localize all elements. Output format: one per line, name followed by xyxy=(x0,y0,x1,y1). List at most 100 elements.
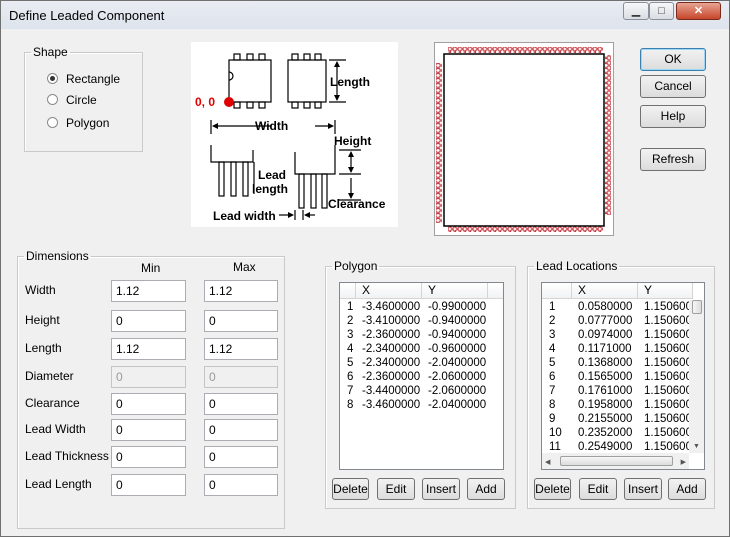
right-lead-row xyxy=(605,55,611,215)
list-item[interactable]: 2 0.0777000 1.150600 xyxy=(542,314,693,328)
row-index: 1 xyxy=(347,301,354,313)
list-item[interactable]: 8 -3.4600000 -2.0400000 xyxy=(340,398,488,412)
cell-x: 0.0974000 xyxy=(578,329,633,341)
lead-width-max-input[interactable] xyxy=(204,419,278,441)
scroll-right-arrow-icon[interactable]: ▶ xyxy=(681,458,686,466)
polygon-add-button[interactable]: Add xyxy=(467,478,505,500)
scroll-left-arrow-icon[interactable]: ◀ xyxy=(545,458,550,466)
lead-thickness-label: Lead Thickness xyxy=(25,449,109,463)
dimensions-legend: Dimensions xyxy=(26,249,89,263)
polygon-insert-button[interactable]: Insert xyxy=(422,478,460,500)
polygon-list[interactable]: X Y 1 -3.4600000 -0.9900000 2 -3.4100000 -0.9… xyxy=(339,282,504,470)
list-item[interactable]: 5 0.1368000 1.150600 xyxy=(542,356,693,370)
lead-thickness-max-input[interactable] xyxy=(204,446,278,468)
refresh-button[interactable]: Refresh xyxy=(640,148,706,171)
list-item[interactable]: 6 -2.3600000 -2.0600000 xyxy=(340,370,488,384)
cell-x: -3.4600000 xyxy=(362,399,421,411)
column-header-x[interactable]: X xyxy=(572,283,638,299)
cell-x: -2.3600000 xyxy=(362,371,421,383)
column-header-y[interactable]: Y xyxy=(638,283,693,299)
height-min-input[interactable] xyxy=(111,310,186,332)
lead-edit-button[interactable]: Edit xyxy=(579,478,617,500)
top-lead-row xyxy=(448,47,603,53)
scrollbar-thumb[interactable] xyxy=(692,300,702,314)
dialog-window: Define Leaded Component ▁ □ ✕ Shape Rect… xyxy=(0,0,730,537)
list-item[interactable]: 7 -3.4400000 -2.0600000 xyxy=(340,384,488,398)
polygon-edit-button[interactable]: Edit xyxy=(377,478,415,500)
lead-length-min-input[interactable] xyxy=(111,474,186,496)
scroll-down-arrow-icon[interactable]: ▼ xyxy=(693,443,700,450)
column-header-y[interactable]: Y xyxy=(422,283,488,299)
list-item[interactable]: 5 -2.3400000 -2.0400000 xyxy=(340,356,488,370)
row-index: 11 xyxy=(549,441,561,453)
list-item[interactable]: 2 -3.4100000 -0.9400000 xyxy=(340,314,488,328)
row-index: 4 xyxy=(347,343,354,355)
cell-x: 0.1761000 xyxy=(578,385,633,397)
length-max-input[interactable] xyxy=(204,338,278,360)
clearance-min-input[interactable] xyxy=(111,393,186,415)
vertical-scrollbar[interactable]: ▼ xyxy=(689,300,704,453)
diagram-drawing: 0, 0 Length Width Height Lead length Cle… xyxy=(195,53,386,223)
polygon-rows: 1 -3.4600000 -0.9900000 2 -3.4100000 -0.94000… xyxy=(340,300,488,412)
ok-button[interactable]: OK xyxy=(640,48,706,71)
lead-locations-legend: Lead Locations xyxy=(536,259,618,273)
cell-x: 0.0580000 xyxy=(578,301,633,313)
maximize-icon: □ xyxy=(658,5,665,17)
list-item[interactable]: 4 0.1171000 1.150600 xyxy=(542,342,693,356)
horizontal-scrollbar[interactable]: ◀ ▶ xyxy=(542,453,689,469)
height-label: Height xyxy=(25,313,60,327)
lead-locations-list-header: X Y xyxy=(542,283,693,299)
row-index: 5 xyxy=(347,357,354,369)
cell-x: 0.1565000 xyxy=(578,371,633,383)
list-item[interactable]: 1 0.0580000 1.150600 xyxy=(542,300,693,314)
list-item[interactable]: 6 0.1565000 1.150600 xyxy=(542,370,693,384)
origin-dot xyxy=(224,97,234,107)
minimize-button[interactable]: ▁ xyxy=(623,2,649,20)
lead-length-max-input[interactable] xyxy=(204,474,278,496)
list-item[interactable]: 4 -2.3400000 -0.9600000 xyxy=(340,342,488,356)
cell-x: 0.0777000 xyxy=(578,315,633,327)
polygon-delete-button[interactable]: Delete xyxy=(332,478,369,500)
cell-y: -2.0600000 xyxy=(428,371,487,383)
lead-delete-button[interactable]: Delete xyxy=(534,478,571,500)
close-button[interactable]: ✕ xyxy=(676,2,721,20)
list-item[interactable]: 7 0.1761000 1.150600 xyxy=(542,384,693,398)
lead-locations-list[interactable]: X Y 1 0.0580000 1.150600 2 0.0777000 1.150600… xyxy=(541,282,705,470)
lead-insert-button[interactable]: Insert xyxy=(624,478,662,500)
dialog-client-area: Shape Rectangle Circle Polygon 0, 0 Leng… xyxy=(7,29,723,532)
lead-add-button[interactable]: Add xyxy=(668,478,706,500)
width-min-input[interactable] xyxy=(111,280,186,302)
bottom-lead-row xyxy=(448,226,603,232)
list-item[interactable]: 1 -3.4600000 -0.9900000 xyxy=(340,300,488,314)
maximize-button[interactable]: □ xyxy=(649,2,674,20)
diameter-max-input[interactable] xyxy=(204,366,278,388)
list-item[interactable]: 9 0.2155000 1.150600 xyxy=(542,412,693,426)
lead-width-min-input[interactable] xyxy=(111,419,186,441)
diameter-min-input[interactable] xyxy=(111,366,186,388)
height-label: Height xyxy=(334,134,371,148)
cancel-button[interactable]: Cancel xyxy=(640,75,706,98)
row-index: 6 xyxy=(347,371,354,383)
list-item[interactable]: 3 -2.3600000 -0.9400000 xyxy=(340,328,488,342)
list-item[interactable]: 11 0.2549000 1.150600 xyxy=(542,440,693,454)
row-index: 2 xyxy=(549,315,556,327)
radio-dot xyxy=(47,94,58,105)
width-label: Width xyxy=(255,119,288,133)
cell-x: 0.2352000 xyxy=(578,427,633,439)
height-max-input[interactable] xyxy=(204,310,278,332)
lead-thickness-min-input[interactable] xyxy=(111,446,186,468)
title-bar[interactable]: Define Leaded Component ▁ □ ✕ xyxy=(1,1,729,29)
length-min-input[interactable] xyxy=(111,338,186,360)
clearance-max-input[interactable] xyxy=(204,393,278,415)
list-item[interactable]: 10 0.2352000 1.150600 xyxy=(542,426,693,440)
column-header-x[interactable]: X xyxy=(356,283,422,299)
row-index: 7 xyxy=(549,385,556,397)
list-item[interactable]: 3 0.0974000 1.150600 xyxy=(542,328,693,342)
width-max-input[interactable] xyxy=(204,280,278,302)
row-index: 8 xyxy=(347,399,354,411)
horizontal-scrollbar-thumb[interactable] xyxy=(560,456,673,466)
help-button[interactable]: Help xyxy=(640,105,706,128)
lead-locations-rows: 1 0.0580000 1.150600 2 0.0777000 1.150600 3 0.0… xyxy=(542,300,693,454)
row-index: 7 xyxy=(347,385,354,397)
list-item[interactable]: 8 0.1958000 1.150600 xyxy=(542,398,693,412)
